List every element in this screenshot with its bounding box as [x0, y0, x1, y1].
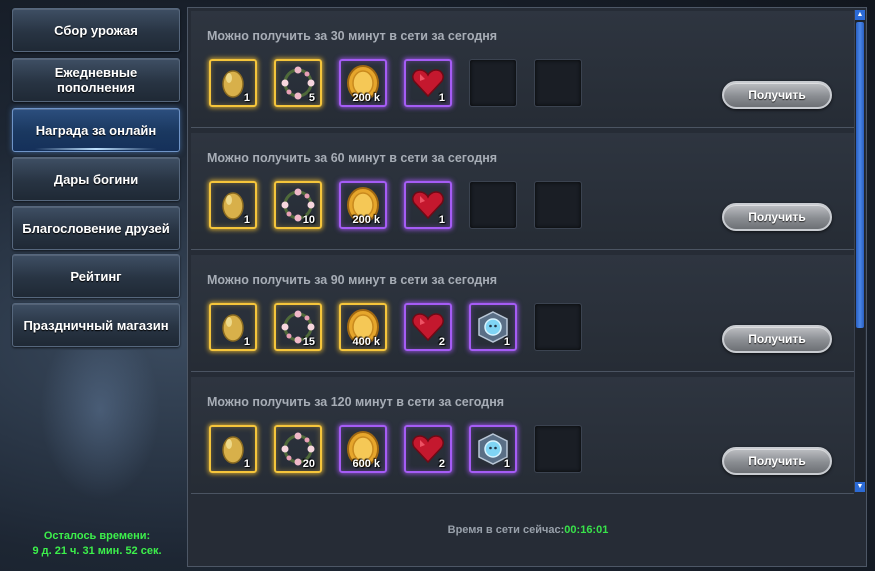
reward-item-slot[interactable]: 1 — [209, 425, 257, 473]
sidebar-item-daily-refill[interactable]: Ежедневные пополнения — [12, 58, 180, 102]
reward-item-slot[interactable]: 1 — [209, 181, 257, 229]
reward-item-slot[interactable]: 15 — [274, 303, 322, 351]
reward-row-title: Можно получить за 120 минут в сети за се… — [207, 395, 505, 409]
online-reward-window: Сбор урожая Ежедневные пополнения Наград… — [0, 0, 875, 571]
item-quantity: 600 k — [352, 458, 380, 470]
item-quantity: 2 — [438, 336, 445, 348]
reward-item-slot[interactable]: 200 k — [339, 59, 387, 107]
reward-item-slot[interactable]: 400 k — [339, 303, 387, 351]
claim-button[interactable]: Получить — [722, 81, 832, 109]
reward-item-slot[interactable]: 1 — [469, 303, 517, 351]
sidebar-item-holiday-shop[interactable]: Праздничный магазин — [12, 303, 180, 347]
item-quantity: 1 — [243, 214, 250, 226]
item-quantity: 200 k — [352, 214, 380, 226]
item-quantity: 1 — [243, 458, 250, 470]
sidebar-item-label: Праздничный магазин — [23, 317, 169, 333]
reward-item-slot[interactable]: 10 — [274, 181, 322, 229]
sidebar-item-online-reward[interactable]: Награда за онлайн — [12, 108, 180, 152]
claim-button[interactable]: Получить — [722, 203, 832, 231]
sidebar-item-label: Награда за онлайн — [35, 122, 157, 138]
item-quantity: 1 — [243, 92, 250, 104]
reward-panel: Можно получить за 30 минут в сети за сег… — [187, 7, 867, 567]
item-quantity: 1 — [503, 336, 510, 348]
reward-item-slot[interactable]: 1 — [404, 181, 452, 229]
item-quantity: 1 — [438, 92, 445, 104]
item-quantity: 20 — [302, 458, 315, 470]
sidebar-item-label: Сбор урожая — [54, 22, 138, 38]
reward-item-slot[interactable]: 2 — [404, 425, 452, 473]
sidebar-item-harvest[interactable]: Сбор урожая — [12, 8, 180, 52]
online-time-label: Время в сети сейчас: — [447, 524, 565, 536]
item-quantity: 10 — [302, 214, 315, 226]
item-quantity: 15 — [302, 336, 315, 348]
item-quantity: 1 — [503, 458, 510, 470]
reward-item-slot[interactable]: 1 — [209, 303, 257, 351]
scroll-up-icon[interactable]: ▲ — [855, 10, 865, 20]
claim-button[interactable]: Получить — [722, 325, 832, 353]
reward-item-slot[interactable]: 1 — [404, 59, 452, 107]
sidebar-item-goddess-gifts[interactable]: Дары богини — [12, 157, 180, 201]
empty-item-slot — [534, 303, 582, 351]
claim-button[interactable]: Получить — [722, 447, 832, 475]
item-quantity: 200 k — [352, 92, 380, 104]
reward-row: Можно получить за 120 минут в сети за се… — [191, 377, 854, 494]
reward-item-slot[interactable]: 5 — [274, 59, 322, 107]
background-art — [40, 350, 160, 500]
time-left-label: Осталось времени: — [43, 530, 151, 542]
sidebar-item-friend-blessing[interactable]: Благословение друзей — [12, 206, 180, 250]
time-left-value: 9 д. 21 ч. 31 мин. 52 сек. — [32, 545, 162, 557]
reward-item-slot[interactable]: 20 — [274, 425, 322, 473]
scroll-down-icon[interactable]: ▼ — [855, 482, 865, 492]
item-quantity: 400 k — [352, 336, 380, 348]
empty-item-slot — [534, 425, 582, 473]
sidebar-item-label: Дары богини — [53, 171, 139, 187]
empty-item-slot — [534, 59, 582, 107]
sidebar-item-rating[interactable]: Рейтинг — [12, 254, 180, 298]
reward-item-slot[interactable]: 1 — [209, 59, 257, 107]
reward-row: Можно получить за 90 минут в сети за сег… — [191, 255, 854, 372]
sidebar-item-label: Ежедневные пополнения — [54, 65, 138, 95]
reward-item-slot[interactable]: 600 k — [339, 425, 387, 473]
reward-row-title: Можно получить за 90 минут в сети за сег… — [207, 273, 498, 287]
item-quantity: 5 — [308, 92, 315, 104]
empty-item-slot — [469, 181, 517, 229]
scrollbar[interactable]: ▲ ▼ — [854, 10, 865, 492]
empty-item-slot — [469, 59, 517, 107]
reward-row-title: Можно получить за 30 минут в сети за сег… — [207, 29, 498, 43]
reward-item-slot[interactable]: 2 — [404, 303, 452, 351]
reward-row: Можно получить за 30 минут в сети за сег… — [191, 11, 854, 128]
sidebar-item-label: Благословение друзей — [22, 220, 170, 236]
scroll-thumb[interactable] — [856, 22, 864, 328]
item-quantity: 2 — [438, 458, 445, 470]
online-time-status: Время в сети сейчас:00:16:01 — [188, 524, 868, 536]
reward-item-slot[interactable]: 1 — [469, 425, 517, 473]
empty-item-slot — [534, 181, 582, 229]
reward-row-title: Можно получить за 60 минут в сети за сег… — [207, 151, 498, 165]
reward-item-slot[interactable]: 200 k — [339, 181, 387, 229]
reward-row: Можно получить за 60 минут в сети за сег… — [191, 133, 854, 250]
item-quantity: 1 — [243, 336, 250, 348]
item-quantity: 1 — [438, 214, 445, 226]
sidebar-item-label: Рейтинг — [70, 268, 122, 284]
online-time-value: 00:16:01 — [564, 524, 609, 536]
time-left-counter: Осталось времени: 9 д. 21 ч. 31 мин. 52 … — [14, 529, 180, 559]
